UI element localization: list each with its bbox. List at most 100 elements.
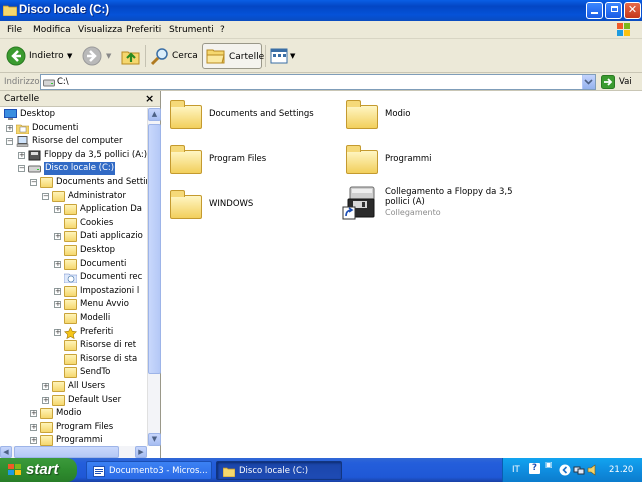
language-bar-icon[interactable]: ▣ (545, 460, 553, 469)
tree-item[interactable]: SendTo (0, 366, 147, 379)
expand-icon[interactable]: + (6, 125, 13, 132)
folder-item[interactable]: Modio (338, 95, 508, 135)
expand-icon[interactable]: + (42, 383, 49, 390)
back-dropdown-icon[interactable]: ▼ (67, 43, 72, 69)
tree-item[interactable]: + Application Da (0, 203, 147, 216)
clock[interactable]: 21.20 (609, 465, 633, 475)
scroll-right-icon[interactable]: ▶ (135, 446, 147, 458)
collapse-icon[interactable]: − (42, 193, 49, 200)
menu-help[interactable]: ? (220, 25, 225, 35)
tree-item-label: Default User (68, 395, 122, 405)
folders-button[interactable]: Cartelle (202, 43, 264, 69)
tree-horizontal-scrollbar[interactable]: ◀ ▶ (0, 446, 147, 458)
tree-item[interactable]: Modelli (0, 312, 147, 325)
scroll-down-icon[interactable]: ▼ (148, 433, 161, 446)
tree-item[interactable]: + Dati applicazio (0, 230, 147, 243)
tree-item[interactable]: Desktop (0, 108, 147, 121)
tree-item[interactable]: Desktop (0, 244, 147, 257)
expand-icon[interactable]: + (54, 233, 61, 240)
address-field[interactable]: C:\ (40, 74, 596, 90)
tree-item[interactable]: Documenti rec (0, 271, 147, 284)
tree-item[interactable]: + Preferiti (0, 326, 147, 340)
tree-item[interactable]: + Documenti (0, 258, 147, 271)
back-button[interactable]: Indietro ▼ (4, 43, 78, 69)
expand-icon[interactable]: + (30, 437, 37, 444)
views-dropdown-icon[interactable]: ▼ (290, 43, 295, 69)
menu-preferiti[interactable]: Preferiti (126, 25, 161, 35)
close-button[interactable]: ✕ (624, 2, 641, 19)
collapse-icon[interactable]: − (30, 179, 37, 186)
up-folder-button[interactable] (120, 43, 142, 69)
tree-item[interactable]: Risorse di sta (0, 353, 147, 366)
folder-icon (52, 381, 65, 392)
menu-file[interactable]: File (7, 25, 22, 35)
tree-item[interactable]: + Program Files (0, 421, 147, 434)
address-value: C:\ (57, 77, 69, 87)
volume-icon[interactable] (587, 464, 599, 476)
tree-item[interactable]: + Modio (0, 407, 147, 420)
folder-item[interactable]: Program Files (162, 140, 332, 180)
tree-item[interactable]: + Default User (0, 394, 147, 407)
language-indicator[interactable]: IT (512, 465, 520, 475)
title-bar[interactable]: Disco locale (C:) ✕ (0, 0, 642, 21)
restore-button[interactable] (605, 2, 622, 19)
expand-icon[interactable]: + (54, 329, 61, 336)
views-button[interactable]: ▼ (268, 43, 296, 69)
tree-item[interactable]: + Documenti (0, 122, 147, 135)
menu-visualizza[interactable]: Visualizza (78, 25, 122, 35)
menu-modifica[interactable]: Modifica (33, 25, 71, 35)
tree-item-label: Administrator (68, 191, 126, 201)
tree-vertical-scrollbar[interactable]: ▲ ▼ (147, 108, 161, 446)
folder-icon (64, 299, 77, 310)
forward-button[interactable]: ▼ (80, 43, 116, 69)
collapse-icon[interactable]: − (18, 165, 25, 172)
folder-tree: Desktop + Documenti − Risorse del computer + F… (0, 108, 147, 446)
tree-item[interactable]: − Documents and Settin (0, 176, 147, 189)
expand-icon[interactable]: + (42, 397, 49, 404)
expand-icon[interactable]: + (30, 424, 37, 431)
menu-strumenti[interactable]: Strumenti (169, 25, 214, 35)
tree-item[interactable]: + All Users (0, 380, 147, 393)
toolbar: Indietro ▼ ▼ Cerca Cartelle ▼ (0, 39, 642, 73)
tree-item[interactable]: + Impostazioni l (0, 285, 147, 298)
forward-dropdown-icon[interactable]: ▼ (106, 43, 111, 69)
expand-icon[interactable]: + (54, 206, 61, 213)
scroll-thumb[interactable] (148, 124, 161, 374)
start-button[interactable]: start (0, 458, 77, 482)
collapse-icon[interactable]: − (6, 138, 13, 145)
tray-arrow-icon[interactable] (559, 464, 571, 476)
expand-icon[interactable]: + (54, 288, 61, 295)
tree-item[interactable]: − Disco locale (C:) (0, 162, 147, 175)
taskbar-button-word[interactable]: Documento3 - Micros... (86, 461, 212, 480)
folder-item[interactable]: WINDOWS (162, 185, 332, 225)
tree-item[interactable]: Risorse di ret (0, 339, 147, 352)
tree-item[interactable]: Cookies (0, 217, 147, 230)
expand-icon[interactable]: + (54, 301, 61, 308)
expand-icon[interactable]: + (54, 261, 61, 268)
scroll-thumb[interactable] (14, 446, 119, 458)
tree-item[interactable]: − Administrator (0, 190, 147, 203)
folder-item[interactable]: Documents and Settings (162, 95, 332, 135)
address-dropdown-button[interactable] (582, 75, 595, 89)
go-button[interactable]: Vai (601, 74, 639, 90)
tree-item[interactable]: + Programmi (0, 434, 147, 446)
expand-icon[interactable]: + (18, 152, 25, 159)
scroll-left-icon[interactable]: ◀ (0, 446, 12, 458)
task-label: Documento3 - Micros... (109, 466, 208, 476)
shortcut-item[interactable]: Collegamento a Floppy da 3,5 pollici (A)… (338, 185, 518, 225)
close-pane-icon[interactable]: × (145, 92, 154, 105)
folders-pane-header: Cartelle × (0, 91, 160, 107)
scroll-up-icon[interactable]: ▲ (148, 108, 161, 121)
tree-item[interactable]: + Menu Avvio (0, 298, 147, 311)
minimize-button[interactable] (586, 2, 603, 19)
folder-item[interactable]: Programmi (338, 140, 508, 180)
network-icon[interactable] (573, 464, 585, 476)
tree-item[interactable]: − Risorse del computer (0, 135, 147, 148)
taskbar-button-explorer[interactable]: Disco locale (C:) (216, 461, 342, 480)
tree-item[interactable]: + Floppy da 3,5 pollici (A:) (0, 149, 147, 162)
forward-arrow-icon (82, 46, 102, 66)
search-button[interactable]: Cerca (148, 43, 198, 69)
help-icon[interactable]: ? (529, 463, 540, 474)
expand-icon[interactable]: + (30, 410, 37, 417)
my-computer-icon (16, 136, 29, 147)
